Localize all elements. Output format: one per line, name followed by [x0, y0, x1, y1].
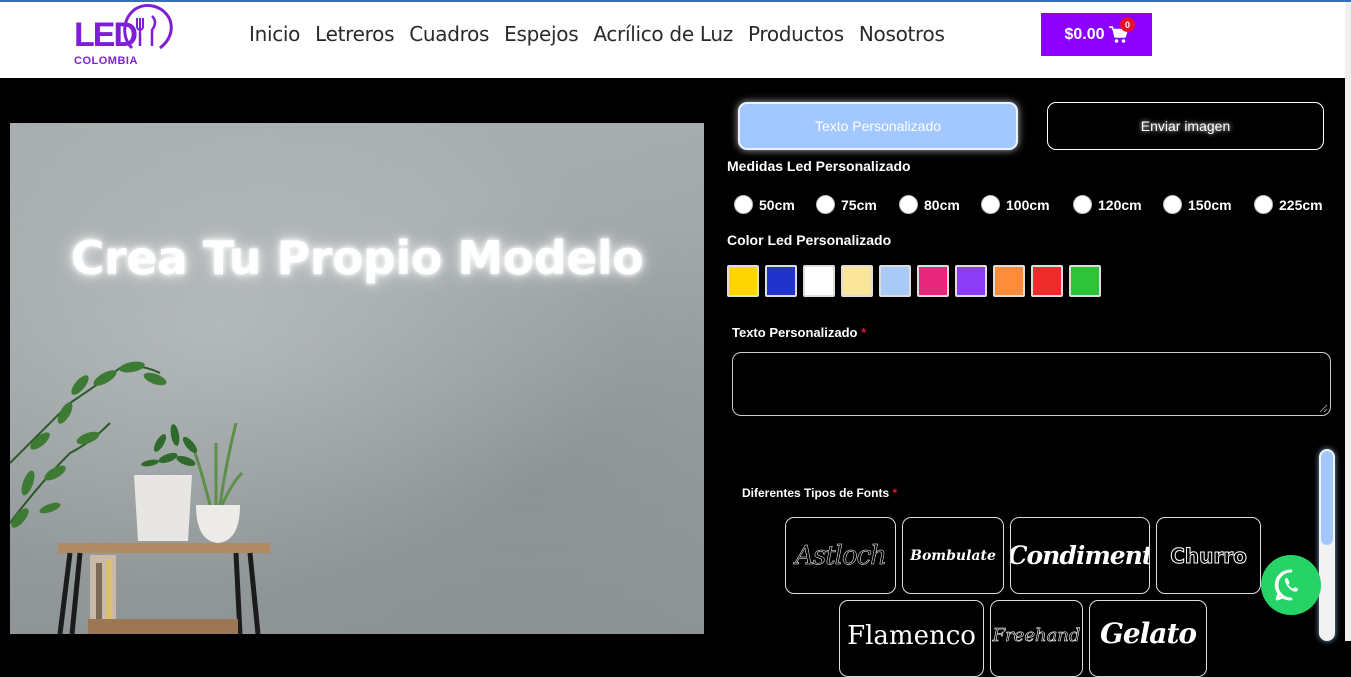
custom-text-input[interactable] [732, 352, 1331, 416]
fonts-label-text: Diferentes Tipos de Fonts [742, 486, 890, 500]
site-header: LED COLOMBIA Inicio Letreros Cuadros Esp… [0, 2, 1351, 78]
color-swatch-white[interactable] [803, 265, 835, 297]
font-option-churro[interactable]: Churro [1156, 517, 1261, 594]
color-swatches [727, 265, 1101, 297]
radio-button[interactable] [816, 195, 835, 214]
color-swatch-ice-blue[interactable] [879, 265, 911, 297]
font-option-gelato[interactable]: Gelato [1089, 600, 1207, 677]
required-mark: * [861, 325, 867, 340]
size-option-50cm[interactable]: 50cm [734, 195, 816, 214]
white-pot-left [134, 475, 192, 541]
sizes-label: Medidas Led Personalizado [727, 158, 911, 174]
logo-subtext: COLOMBIA [74, 55, 138, 67]
nav-espejos[interactable]: Espejos [504, 22, 578, 46]
nav-cuadros[interactable]: Cuadros [409, 22, 489, 46]
font-option-label: Freehand [992, 625, 1081, 647]
main-nav: Inicio Letreros Cuadros Espejos Acrílico… [249, 22, 945, 46]
whatsapp-chat-button[interactable] [1261, 555, 1321, 615]
font-option-label: Flamenco [847, 621, 976, 651]
size-option-100cm[interactable]: 100cm [981, 195, 1073, 214]
font-option-label: Astloch [795, 540, 887, 571]
fonts-label: Diferentes Tipos de Fonts * [742, 486, 897, 500]
radio-button[interactable] [1163, 195, 1182, 214]
text-field-label-text: Texto Personalizado [732, 325, 858, 340]
font-option-astloch[interactable]: Astloch [785, 517, 896, 594]
color-swatch-pink[interactable] [917, 265, 949, 297]
options-scrollbar[interactable] [1319, 449, 1335, 641]
color-swatch-orange[interactable] [993, 265, 1025, 297]
tab-enviar-imagen[interactable]: Enviar imagen [1047, 102, 1324, 150]
required-mark: * [892, 486, 898, 500]
size-option-120cm[interactable]: 120cm [1073, 195, 1163, 214]
nav-productos[interactable]: Productos [748, 22, 844, 46]
preview-text: Crea Tu Propio Modelo [70, 231, 644, 285]
size-option-150cm[interactable]: 150cm [1163, 195, 1254, 214]
font-option-label: Churro [1170, 543, 1248, 568]
logo-text: LED [74, 16, 138, 54]
font-option-label: Bombulate [910, 547, 996, 564]
font-option-flamenco[interactable]: Flamenco [839, 600, 984, 677]
size-option-225cm[interactable]: 225cm [1254, 195, 1323, 214]
scrollbar-thumb[interactable] [1321, 451, 1333, 545]
nav-inicio[interactable]: Inicio [249, 22, 300, 46]
font-option-label: Gelato [1099, 617, 1197, 650]
tab-texto-personalizado[interactable]: Texto Personalizado [738, 102, 1018, 150]
whatsapp-icon [1274, 569, 1299, 601]
white-pot-right [196, 505, 240, 543]
color-swatch-blue[interactable] [765, 265, 797, 297]
color-swatch-yellow[interactable] [727, 265, 759, 297]
nav-letreros[interactable]: Letreros [315, 22, 394, 46]
cart-button[interactable]: $0.00 0 [1041, 13, 1152, 56]
colors-label: Color Led Personalizado [727, 232, 892, 248]
radio-button[interactable] [734, 195, 753, 214]
nav-nosotros[interactable]: Nosotros [859, 22, 945, 46]
radio-button[interactable] [899, 195, 918, 214]
room-decor-illustration [10, 361, 270, 634]
size-option-80cm[interactable]: 80cm [899, 195, 981, 214]
radio-button[interactable] [981, 195, 1000, 214]
size-options: 50cm 75cm 80cm 100cm 120cm 150cm 225cm [734, 195, 1323, 214]
font-option-label: Condiment [1010, 541, 1150, 570]
font-option-bombulate[interactable]: Bombulate [902, 517, 1004, 594]
radio-button[interactable] [1254, 195, 1273, 214]
site-logo[interactable]: LED COLOMBIA [72, 2, 176, 74]
nav-acrilico-de-luz[interactable]: Acrílico de Luz [593, 22, 733, 46]
color-swatch-warm-white[interactable] [841, 265, 873, 297]
cart-count-badge: 0 [1120, 17, 1135, 32]
resize-grip-icon[interactable] [1319, 404, 1328, 413]
preview-scene: Crea Tu Propio Modelo [10, 123, 704, 634]
font-option-freehand[interactable]: Freehand [990, 600, 1083, 677]
cart-total: $0.00 [1064, 25, 1105, 43]
color-swatch-purple[interactable] [955, 265, 987, 297]
color-swatch-green[interactable] [1069, 265, 1101, 297]
font-option-condiment[interactable]: Condiment [1010, 517, 1150, 594]
radio-button[interactable] [1073, 195, 1092, 214]
text-field-label: Texto Personalizado * [732, 325, 866, 340]
side-table-top [58, 543, 270, 553]
color-swatch-red[interactable] [1031, 265, 1063, 297]
page-scrollbar[interactable] [1345, 2, 1351, 641]
size-option-75cm[interactable]: 75cm [816, 195, 899, 214]
